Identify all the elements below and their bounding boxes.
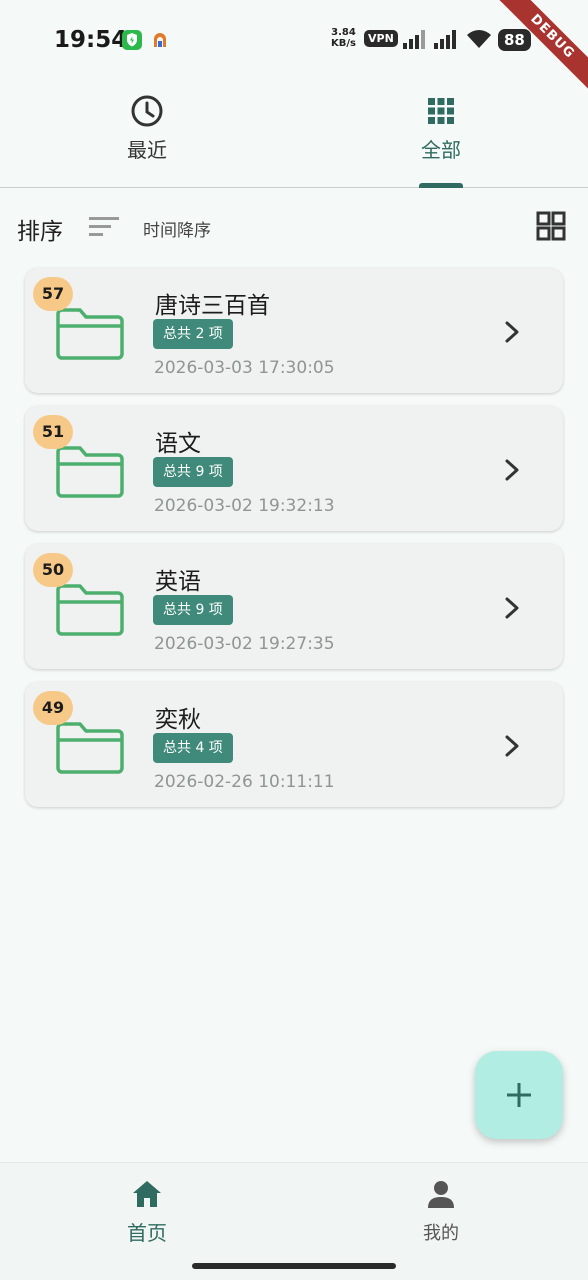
plus-icon	[507, 1083, 531, 1107]
chevron-right-icon	[505, 459, 519, 481]
folder-title: 英语	[155, 569, 201, 595]
person-icon	[428, 1181, 454, 1208]
nav-home-label: 首页	[127, 1221, 167, 1245]
folder-icon	[56, 308, 124, 360]
wifi-icon	[467, 30, 491, 48]
folder-title: 唐诗三百首	[155, 293, 270, 319]
folder-icon	[56, 446, 124, 498]
signal-icon	[434, 30, 456, 49]
tab-bar: 最近 全部	[0, 80, 588, 188]
folder-card[interactable]: 57 唐诗三百首 总共 2 项 2026-03-03 17:30:05	[25, 268, 563, 393]
count-badge: 50	[33, 553, 73, 587]
grid-icon	[428, 98, 454, 124]
folder-icon	[56, 584, 124, 636]
tab-recent-label: 最近	[127, 138, 167, 162]
count-badge: 51	[33, 415, 73, 449]
signal-icon	[403, 30, 425, 49]
item-count-pill: 总共 9 项	[153, 457, 233, 487]
folder-date: 2026-03-02 19:32:13	[154, 496, 335, 516]
add-button[interactable]	[475, 1051, 563, 1139]
item-count-pill: 总共 9 项	[153, 595, 233, 625]
folder-icon	[56, 722, 124, 774]
nav-mine-label: 我的	[423, 1223, 459, 1244]
sort-value[interactable]: 时间降序	[143, 216, 211, 241]
folder-date: 2026-03-02 19:27:35	[154, 634, 335, 654]
folder-card[interactable]: 50 英语 总共 9 项 2026-03-02 19:27:35	[25, 544, 563, 669]
battery-indicator: 88	[498, 29, 531, 51]
clock-icon	[131, 95, 163, 127]
sort-icon[interactable]	[89, 215, 119, 237]
tab-recent[interactable]: 最近	[0, 94, 294, 163]
network-speed: 3.84 KB/s	[331, 27, 356, 49]
folder-date: 2026-03-03 17:30:05	[154, 358, 335, 378]
folder-title: 语文	[155, 431, 201, 457]
folder-date: 2026-02-26 10:11:11	[154, 772, 335, 792]
sort-label: 排序	[17, 219, 63, 245]
tab-all[interactable]: 全部	[294, 94, 588, 163]
router-app-icon	[151, 31, 169, 49]
shield-app-icon	[122, 30, 142, 50]
chevron-right-icon	[505, 321, 519, 343]
status-bar: 19:54 3.84 KB/s VPN 88 DEBUG	[0, 0, 588, 102]
count-badge: 57	[33, 277, 73, 311]
count-badge: 49	[33, 691, 73, 725]
folder-card[interactable]: 49 奕秋 总共 4 项 2026-02-26 10:11:11	[25, 682, 563, 807]
vpn-badge: VPN	[364, 30, 398, 47]
tab-all-label: 全部	[421, 138, 461, 162]
chevron-right-icon	[505, 735, 519, 757]
speed-value: 3.84	[331, 27, 356, 38]
folder-title: 奕秋	[155, 707, 201, 733]
folder-card[interactable]: 51 语文 总共 9 项 2026-03-02 19:32:13	[25, 406, 563, 531]
gesture-bar	[192, 1263, 396, 1269]
nav-mine[interactable]: 我的	[294, 1179, 588, 1245]
grid-view-icon[interactable]	[536, 211, 566, 241]
tab-indicator	[419, 183, 463, 188]
chevron-right-icon	[505, 597, 519, 619]
item-count-pill: 总共 4 项	[153, 733, 233, 763]
status-time: 19:54	[54, 27, 128, 53]
home-icon	[133, 1181, 161, 1207]
item-count-pill: 总共 2 项	[153, 319, 233, 349]
nav-home[interactable]: 首页	[0, 1179, 294, 1246]
speed-unit: KB/s	[331, 38, 356, 49]
